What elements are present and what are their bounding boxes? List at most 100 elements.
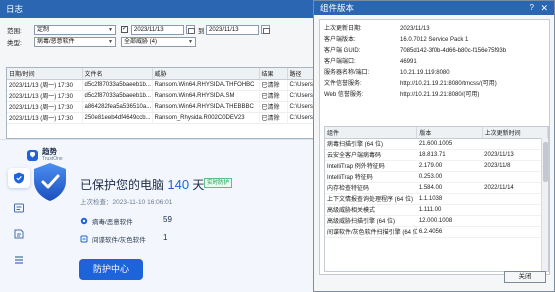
- cell-version: 1.111.00: [416, 204, 483, 216]
- cell-filename: d5c2f87033a5baeeb1b...: [82, 79, 153, 91]
- column-header[interactable]: 威胁: [152, 68, 260, 80]
- close-icon[interactable]: ✕: [540, 1, 548, 15]
- status-prefix: 已保护您的电脑: [80, 178, 165, 192]
- date-from-field[interactable]: 2023/11/13: [131, 25, 184, 35]
- info-value: 10.21.19.119:8080: [400, 70, 450, 76]
- brand-name: 趋势: [42, 147, 57, 156]
- cell-datetime: 2023/11/13 (周一) 17:30: [7, 79, 83, 91]
- realtime-protection-badge: 实时防护: [204, 178, 233, 188]
- table-row[interactable]: 2023/11/13 (周一) 17:30 d5c2f87033a5baeeb1…: [7, 90, 317, 102]
- table-row[interactable]: 内存检查特征码 1.584.00 2022/11/14: [325, 182, 548, 194]
- cell-version: 21.600.1005: [416, 138, 483, 150]
- component-table-header: 组件 版本 上次更新时间: [325, 127, 548, 139]
- info-value: 16.0.7012 Service Pack 1: [400, 37, 469, 43]
- cell-datetime: 2023/11/13 (周一) 17:30: [7, 90, 83, 102]
- date-to-field[interactable]: 2023/11/13: [206, 25, 259, 35]
- info-label: 服务器名称/端口:: [324, 70, 370, 76]
- dialog-title-bar: 组件版本 ? ✕: [314, 1, 554, 15]
- cell-datetime: 2023/11/13 (周一) 17:30: [7, 101, 83, 113]
- table-row[interactable]: 间谍软件/灰色软件扫描引擎 (64 位) 6.2.4056: [325, 226, 548, 238]
- cell-filename: a864282fea5a536510a...: [82, 101, 153, 113]
- stat-malware: 病毒/恶意软件: [80, 216, 133, 226]
- close-button[interactable]: 关闭: [504, 271, 546, 283]
- type-label: 类型:: [7, 40, 22, 47]
- cell-component: 间谍软件/灰色软件扫描引擎 (64 位): [325, 226, 417, 238]
- log-window-title: 日志: [0, 0, 317, 18]
- nav-tools[interactable]: [8, 198, 30, 218]
- date-checkbox[interactable]: ✓: [121, 26, 128, 33]
- info-label: Web 信誉服务:: [324, 92, 364, 98]
- calendar-icon[interactable]: [186, 25, 195, 34]
- cell-updated: [482, 226, 548, 238]
- nav-protection[interactable]: [8, 168, 30, 188]
- cell-component: 云安全客户端病毒码: [325, 149, 417, 161]
- protection-center-button[interactable]: 防护中心: [79, 259, 143, 280]
- table-row[interactable]: 高级威胁扫描引擎 (64 位) 12.000.1008: [325, 215, 548, 227]
- cell-component: IntelliTrap 例外特征码: [325, 160, 417, 172]
- list-icon: [15, 256, 23, 264]
- dialog-title: 组件版本: [320, 3, 355, 13]
- stat-malware-value: 59: [163, 215, 172, 224]
- table-row[interactable]: 病毒扫描引擎 (64 位) 21.600.1005: [325, 138, 548, 150]
- table-row[interactable]: 上下文情报查询处理程序 (64 位) 1.1.1038: [325, 193, 548, 205]
- brand-logo-icon: [27, 149, 38, 161]
- column-header[interactable]: 上次更新时间: [482, 127, 548, 139]
- date-from-value: 2023/11/13: [134, 27, 164, 33]
- table-row[interactable]: 2023/11/13 (周一) 17:30 a864282fea5a536510…: [7, 101, 317, 113]
- scope-select-value: 定制: [37, 27, 50, 33]
- nav-settings[interactable]: [8, 250, 30, 270]
- table-row[interactable]: IntelliTrap 例外特征码 2.179.00 2023/11/8: [325, 160, 548, 172]
- cell-version: 12.000.1008: [416, 215, 483, 227]
- chevron-down-icon: ▼: [108, 27, 113, 33]
- column-header[interactable]: 日期/时间: [7, 68, 83, 80]
- cell-version: 18.813.71: [416, 149, 483, 161]
- column-header[interactable]: 组件: [325, 127, 418, 139]
- scope-select[interactable]: 定制 ▼: [34, 25, 116, 35]
- type-select[interactable]: 病毒/恶意软件 ▼: [34, 37, 116, 47]
- stat-spyware: 间谍软件/灰色软件: [80, 234, 146, 244]
- cell-version: 2.179.00: [416, 160, 483, 172]
- protected-shield-icon: [34, 163, 66, 201]
- cell-updated: [482, 171, 548, 183]
- help-icon[interactable]: ?: [530, 1, 534, 15]
- virus-icon: [80, 217, 88, 225]
- protected-days-count: 140: [167, 177, 190, 192]
- info-label: 文件信誉服务:: [324, 81, 362, 87]
- table-row[interactable]: 2023/11/13 (周一) 17:30 250e81eeb4df4649cc…: [7, 112, 317, 124]
- category-select[interactable]: 全部威胁 (4) ▼: [121, 37, 196, 47]
- cell-result: 已清除: [259, 90, 288, 102]
- cell-threat: Ransom.Win64.RHYSIDA.THEBBBC: [152, 101, 260, 113]
- component-table[interactable]: 组件 版本 上次更新时间 病毒扫描引擎 (64 位) 21.600.1005 云安…: [324, 126, 549, 272]
- brand: 趋势 TrustOne: [27, 148, 63, 162]
- column-header[interactable]: 版本: [416, 127, 483, 139]
- cell-version: 1.584.00: [416, 182, 483, 194]
- cell-updated: 2023/11/8: [482, 160, 548, 172]
- cell-filename: d5c2f87033a5baeeb1b...: [82, 90, 153, 102]
- table-row[interactable]: 高级威胁相关模式 1.111.00: [325, 204, 548, 216]
- cell-updated: [482, 204, 548, 216]
- report-icon: [14, 229, 24, 239]
- cell-version: 1.1.1038: [416, 193, 483, 205]
- table-row[interactable]: 云安全客户端病毒码 18.813.71 2023/11/13: [325, 149, 548, 161]
- cell-component: 高级威胁相关模式: [325, 204, 417, 216]
- info-value: 7085d142-3f0b-4d66-b80c-f156e75f93b: [400, 48, 507, 54]
- stat-malware-label: 病毒/恶意软件: [92, 219, 133, 226]
- cell-updated: 2022/11/14: [482, 182, 548, 194]
- info-value: 46991: [400, 59, 417, 65]
- table-row[interactable]: IntelliTrap 特征码 0.253.00: [325, 171, 548, 183]
- last-check-time: 上次检查：2023-11-10 16:06:01: [80, 199, 173, 206]
- days-unit: 天: [192, 178, 205, 192]
- column-header[interactable]: 文件名: [82, 68, 153, 80]
- log-table[interactable]: 日期/时间 文件名 威胁 结果 路径 2023/11/13 (周一) 17:30…: [6, 67, 318, 139]
- tools-icon: [14, 203, 24, 213]
- column-header[interactable]: 结果: [259, 68, 288, 80]
- nav-reports[interactable]: [8, 224, 30, 244]
- vertical-scrollbar[interactable]: [541, 138, 548, 271]
- calendar-icon[interactable]: [261, 25, 270, 34]
- scrollbar-thumb[interactable]: [543, 142, 548, 182]
- stat-spyware-label: 间谍软件/灰色软件: [92, 237, 146, 244]
- chevron-down-icon: ▼: [108, 39, 113, 45]
- cell-filename: 250e81eeb4df4649ccb...: [82, 112, 153, 124]
- table-row[interactable]: 2023/11/13 (周一) 17:30 d5c2f87033a5baeeb1…: [7, 79, 317, 91]
- component-version-dialog: 组件版本 ? ✕ 上次更新日期: 2023/11/13 客户端版本: 16.0.…: [313, 0, 555, 292]
